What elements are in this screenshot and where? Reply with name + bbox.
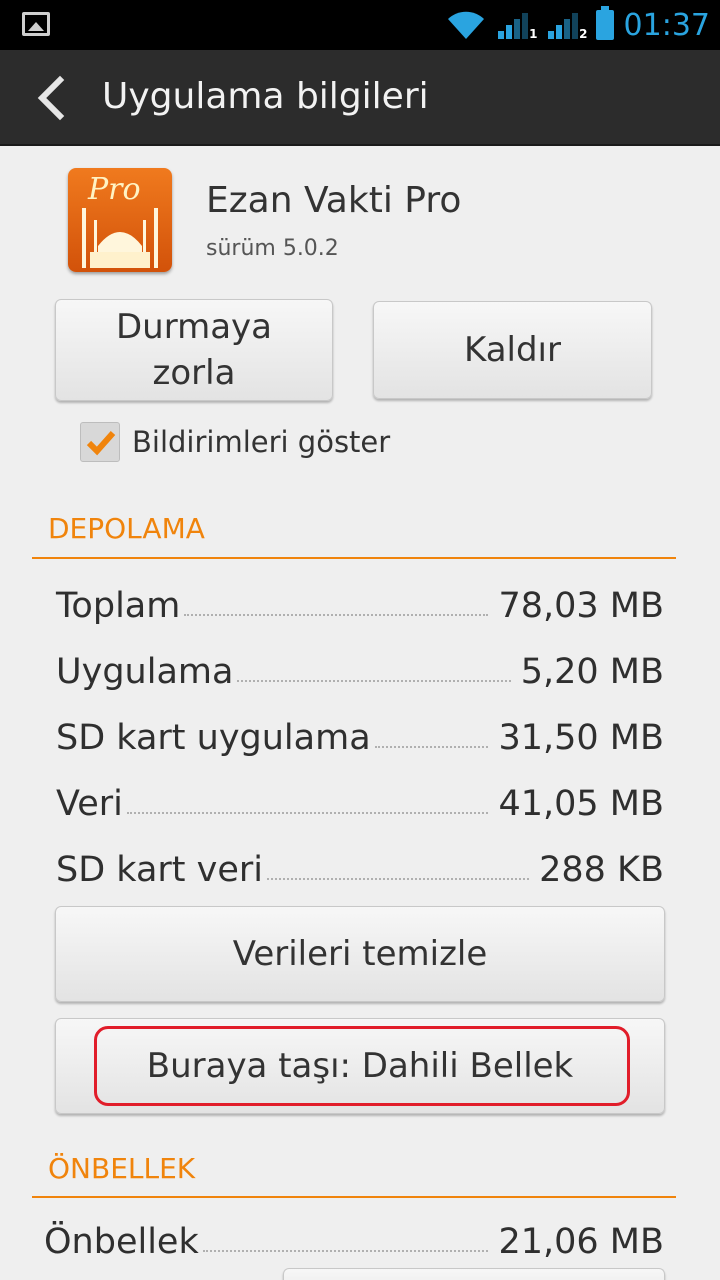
app-icon: Pro <box>68 168 172 272</box>
row-label: SD kart uygulama <box>56 718 371 758</box>
dotted-leader <box>126 812 489 814</box>
force-stop-label: Durmaya zorla <box>115 307 273 393</box>
dotted-leader <box>202 1250 489 1252</box>
storage-section-title: DEPOLAMA <box>48 512 205 545</box>
mosque-icon <box>82 208 158 268</box>
storage-row-app: Uygulama 5,20 MB <box>56 642 664 692</box>
row-value: 78,03 MB <box>498 586 664 626</box>
checkmark-icon <box>86 431 116 456</box>
storage-row-sd-app: SD kart uygulama 31,50 MB <box>56 708 664 758</box>
storage-row-data: Veri 41,05 MB <box>56 774 664 824</box>
image-notification-icon <box>22 12 50 36</box>
storage-divider <box>32 557 676 559</box>
status-icons: 1 2 01:37 <box>446 0 710 50</box>
app-name: Ezan Vakti Pro <box>206 180 462 221</box>
row-label: Uygulama <box>56 652 234 692</box>
uninstall-button[interactable]: Kaldır <box>373 301 652 399</box>
storage-row-total: Toplam 78,03 MB <box>56 576 664 626</box>
highlight-outline <box>94 1026 630 1106</box>
row-value: 31,50 MB <box>498 718 664 758</box>
dotted-leader <box>237 680 511 682</box>
wifi-icon <box>447 11 484 39</box>
force-stop-button[interactable]: Durmaya zorla <box>55 299 333 401</box>
clock: 01:37 <box>623 7 710 43</box>
cache-divider <box>32 1196 676 1198</box>
back-arrow-icon[interactable] <box>30 74 78 122</box>
cache-row: Önbellek 21,06 MB <box>44 1212 664 1262</box>
signal-sim1-icon: 1 <box>496 9 538 41</box>
row-value: 41,05 MB <box>498 784 664 824</box>
show-notifications-label: Bildirimleri göster <box>132 425 391 459</box>
storage-row-sd-data: SD kart veri 288 KB <box>56 840 664 890</box>
status-bar: 1 2 01:37 <box>0 0 720 50</box>
show-notifications-option[interactable]: Bildirimleri göster <box>80 420 390 464</box>
row-label: Önbellek <box>44 1222 199 1262</box>
cache-section-title: ÖNBELLEK <box>48 1152 196 1185</box>
show-notifications-checkbox[interactable] <box>80 422 120 462</box>
clear-data-button[interactable]: Verileri temizle <box>55 906 665 1002</box>
row-value: 21,06 MB <box>498 1222 664 1262</box>
row-value: 5,20 MB <box>520 652 664 692</box>
battery-icon <box>595 6 614 40</box>
signal-sim2-icon: 2 <box>546 9 588 41</box>
dotted-leader <box>374 746 489 748</box>
uninstall-label: Kaldır <box>464 330 561 370</box>
dotted-leader <box>184 614 489 616</box>
app-version: sürüm 5.0.2 <box>206 236 339 261</box>
row-label: Veri <box>56 784 123 824</box>
dotted-leader <box>267 878 530 880</box>
row-label: Toplam <box>56 586 181 626</box>
clear-data-label: Verileri temizle <box>232 934 488 974</box>
page-title: Uygulama bilgileri <box>102 76 429 117</box>
row-label: SD kart veri <box>56 850 263 890</box>
row-value: 288 KB <box>539 850 664 890</box>
clear-cache-button[interactable] <box>283 1268 665 1280</box>
action-bar: Uygulama bilgileri <box>0 50 720 146</box>
